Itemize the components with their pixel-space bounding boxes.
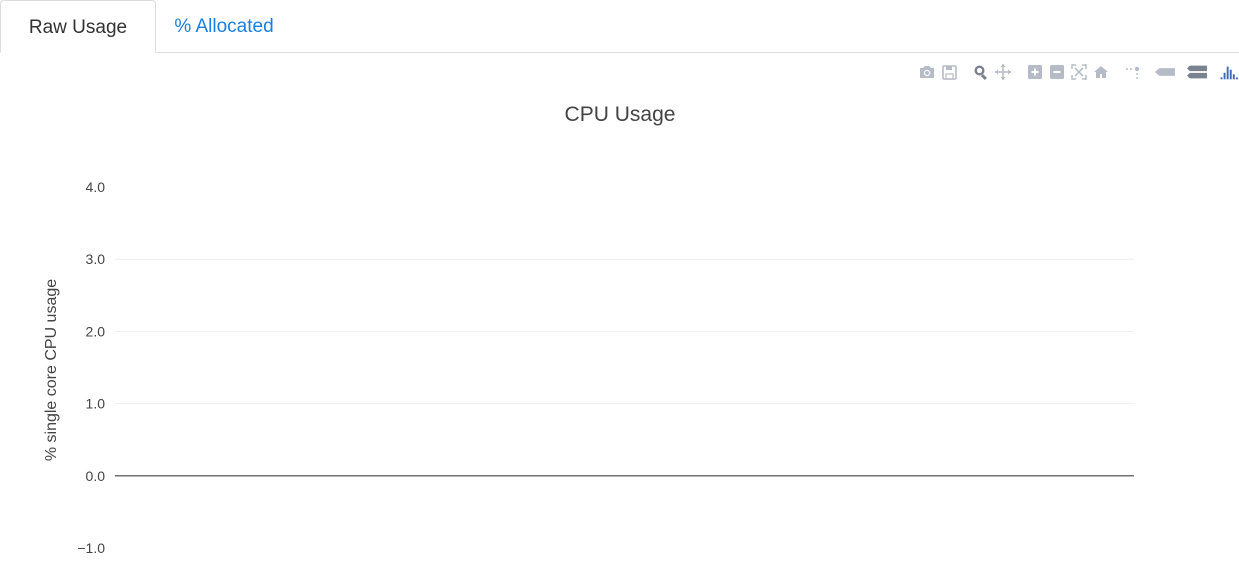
pan-icon[interactable]	[993, 62, 1013, 82]
save-icon[interactable]	[939, 62, 959, 82]
autoscale-icon[interactable]	[1069, 62, 1089, 82]
chart-modebar	[915, 60, 1239, 84]
y-tick-label: 4.0	[86, 179, 106, 195]
chart-title: CPU Usage	[565, 103, 676, 126]
y-tick-labels: −1.0 0.0 1.0 2.0 3.0 4.0	[77, 179, 105, 556]
y-tick-label: 1.0	[86, 396, 106, 412]
plotly-logo-icon[interactable]	[1219, 62, 1239, 82]
y-tick-label: 2.0	[86, 323, 106, 339]
cpu-usage-chart: CPU Usage −1.0 0.0 1.0 2.0 3.0 4.0 % single c…	[43, 103, 1134, 556]
y-tick-label: −1.0	[77, 540, 105, 556]
y-tick-label: 3.0	[86, 251, 106, 267]
y-axis-label: % single core CPU usage	[43, 279, 60, 461]
spike-lines-icon[interactable]	[1123, 62, 1143, 82]
zoom-in-icon[interactable]	[1025, 62, 1045, 82]
hover-compare-icon[interactable]	[1187, 62, 1207, 82]
tab-percent-allocated[interactable]: % Allocated	[156, 0, 292, 53]
zoom-icon[interactable]	[971, 62, 991, 82]
y-tick-label: 0.0	[86, 468, 106, 484]
reset-axes-icon[interactable]	[1091, 62, 1111, 82]
camera-icon[interactable]	[917, 62, 937, 82]
zoom-out-icon[interactable]	[1047, 62, 1067, 82]
grid-lines	[115, 258, 1134, 477]
tab-raw-usage[interactable]: Raw Usage	[0, 0, 156, 53]
hover-closest-icon[interactable]	[1155, 62, 1175, 82]
tab-bar: Raw Usage % Allocated	[0, 0, 1239, 53]
